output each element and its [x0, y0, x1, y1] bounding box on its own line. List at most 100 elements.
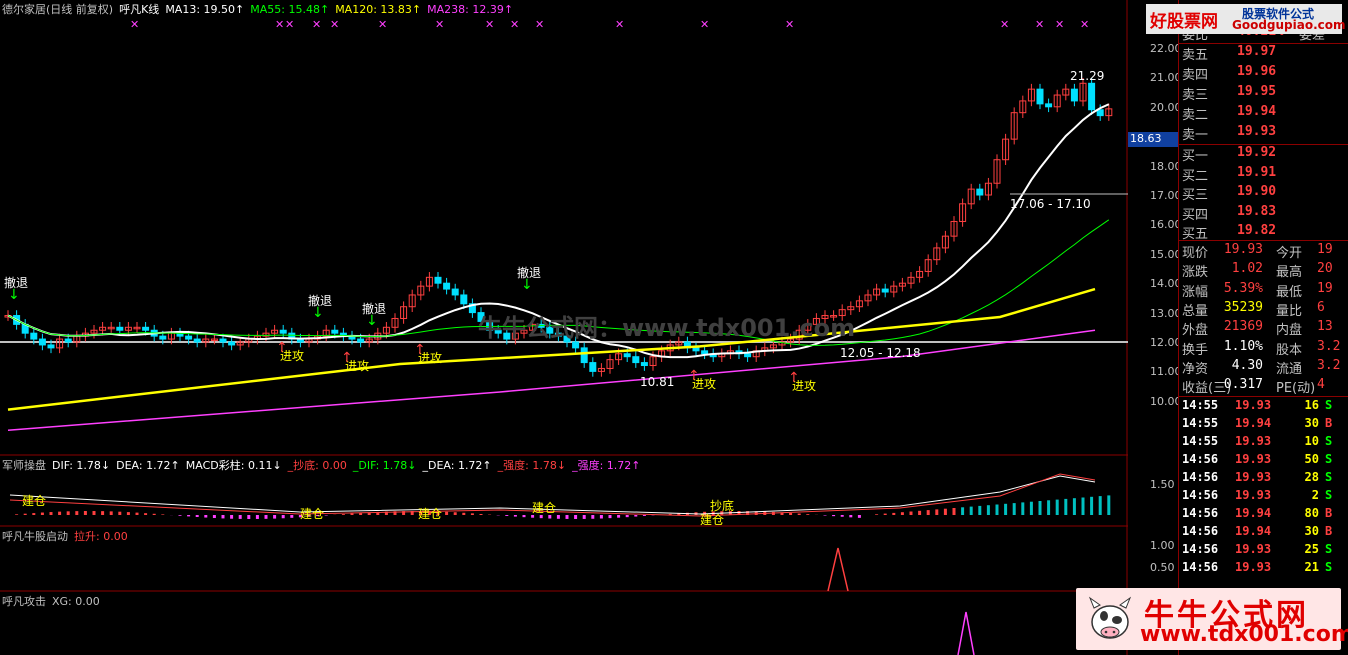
candle-body: [228, 341, 236, 346]
sell-order-row: 卖一 19.93: [1179, 124, 1348, 144]
tick-side: S: [1325, 470, 1333, 484]
tick-time: 14:56: [1182, 488, 1219, 502]
buy-order-row: 买三 19.90: [1179, 184, 1348, 204]
top-marker-icon: ✕: [1035, 18, 1044, 31]
quote-key: 外盘: [1182, 323, 1209, 339]
buy-level-price: 19.90: [1237, 184, 1277, 199]
sell-order-row: 卖五 19.97: [1179, 44, 1348, 64]
tick-volume: 16: [1304, 398, 1319, 412]
price-axis-label: 14.00: [1150, 277, 1182, 291]
top-marker-icon: ✕: [435, 18, 444, 31]
tick-price: 19.94: [1235, 524, 1272, 538]
candle-body: [193, 338, 201, 343]
sell-level-label: 卖四: [1182, 68, 1209, 83]
tick-row: 14:56 19.94 80 B: [1179, 506, 1348, 524]
tick-volume: 30: [1304, 416, 1319, 430]
ma238-line: [7, 329, 1096, 431]
quote-key: 股本: [1276, 342, 1303, 358]
tick-row: 14:55 19.93 10 S: [1179, 434, 1348, 452]
tick-price: 19.93: [1235, 398, 1272, 412]
candle-body: [1045, 103, 1053, 108]
top-marker-icon: ✕: [130, 18, 139, 31]
price-axis-label: 21.00: [1150, 71, 1182, 85]
buy-level-label: 买一: [1182, 149, 1209, 164]
top-marker-icon: ✕: [378, 18, 387, 31]
quote-side-panel: 委比 40.21% 委差 卖五19.97卖四19.96卖三19.95卖二19.9…: [1178, 0, 1348, 655]
quote-value: 13: [1317, 319, 1333, 335]
quote-key: 流通: [1276, 361, 1303, 377]
watermark-banner: 牛牛公式网 www.tdx001.com: [1076, 588, 1348, 650]
tick-time: 14:56: [1182, 560, 1219, 574]
sell-level-label: 卖五: [1182, 48, 1209, 63]
quote-value: 3.2: [1317, 338, 1341, 354]
range-label: 17.06 - 17.10: [1010, 197, 1091, 211]
quote-key: 最低: [1276, 284, 1303, 300]
quote-value: 19: [1317, 280, 1333, 296]
sell-level-label: 卖三: [1182, 88, 1209, 103]
top-marker-icon: ✕: [275, 18, 284, 31]
tick-volume: 10: [1304, 434, 1319, 448]
candle-body: [64, 338, 72, 343]
tick-volume: 80: [1304, 506, 1319, 520]
quote-key: 量比: [1276, 303, 1303, 319]
quote-value: 0.317: [1223, 377, 1263, 393]
price-axis-label: 20.00: [1150, 100, 1182, 114]
quote-row: 净资 4.30 流通 3.2: [1179, 358, 1348, 377]
tick-price: 19.93: [1235, 434, 1272, 448]
up-arrow-icon: ↑: [276, 340, 288, 356]
badge-url: Goodgupiao.com: [1232, 18, 1346, 32]
tick-row: 14:56 19.93 25 S: [1179, 542, 1348, 560]
macd-axis-label: 1.50: [1150, 478, 1175, 491]
candle-body: [632, 356, 640, 364]
candle-body: [1036, 88, 1044, 105]
tick-row: 14:56 19.93 21 S: [1179, 560, 1348, 578]
range-label: 12.05 - 12.18: [840, 346, 921, 360]
down-arrow-icon: ↓: [366, 313, 378, 329]
tick-time: 14:55: [1182, 398, 1219, 412]
quote-row: 换手 1.10% 股本 3.2: [1179, 339, 1348, 358]
tick-price: 19.94: [1235, 506, 1272, 520]
quote-key: 涨跌: [1182, 265, 1209, 281]
tick-volume: 50: [1304, 452, 1319, 466]
buy-level-price: 19.92: [1237, 145, 1277, 160]
sell-level-price: 19.95: [1237, 84, 1277, 99]
build-label: 建仓: [532, 501, 556, 515]
buy-level-price: 19.82: [1237, 223, 1277, 238]
candle-body: [640, 362, 648, 367]
tick-time: 14:56: [1182, 506, 1219, 520]
top-marker-icon: ✕: [510, 18, 519, 31]
buy-level-price: 19.83: [1237, 203, 1277, 219]
price-axis-label: 17.00: [1150, 189, 1182, 202]
quote-value: 1.02: [1231, 261, 1263, 277]
buy-level-label: 买二: [1182, 168, 1209, 184]
quote-row: 总量 35239 量比 6: [1179, 300, 1348, 319]
quote-row: 涨跌 1.02 最高 20: [1179, 261, 1348, 280]
quote-value: 19.93: [1223, 242, 1263, 257]
quote-key: 换手: [1182, 342, 1209, 358]
start-axis-label: 1.00: [1150, 539, 1175, 552]
candle-body: [142, 326, 150, 331]
top-marker-icon: ✕: [285, 18, 294, 31]
quote-value: 3.2: [1317, 357, 1341, 373]
buy-level-label: 买四: [1182, 207, 1209, 223]
tick-price: 19.93: [1235, 560, 1272, 574]
quote-value: 35239: [1223, 299, 1263, 315]
top-marker-icon: ✕: [485, 18, 494, 31]
tick-time: 14:56: [1182, 470, 1219, 484]
candle-body: [30, 332, 38, 340]
top-marker-icon: ✕: [615, 18, 624, 31]
candle-body: [116, 326, 124, 331]
kline-chart-area[interactable]: 德尔家居(日线 前复权) 呼凡K线 MA13: 19.50↑ MA55: 15.48↑…: [0, 0, 1128, 655]
tick-side: S: [1325, 560, 1333, 574]
sell-order-row: 卖三 19.95: [1179, 84, 1348, 104]
quote-key: 内盘: [1276, 323, 1303, 339]
tick-volume: 30: [1304, 524, 1319, 538]
candle-body: [185, 335, 193, 340]
tick-volume: 25: [1304, 542, 1319, 556]
tick-row: 14:56 19.93 28 S: [1179, 470, 1348, 488]
sell-order-row: 卖四 19.96: [1179, 64, 1348, 84]
top-marker-icon: ✕: [535, 18, 544, 31]
tick-side: B: [1325, 416, 1333, 430]
candle-body: [1088, 82, 1096, 111]
quote-key: 现价: [1182, 246, 1209, 261]
